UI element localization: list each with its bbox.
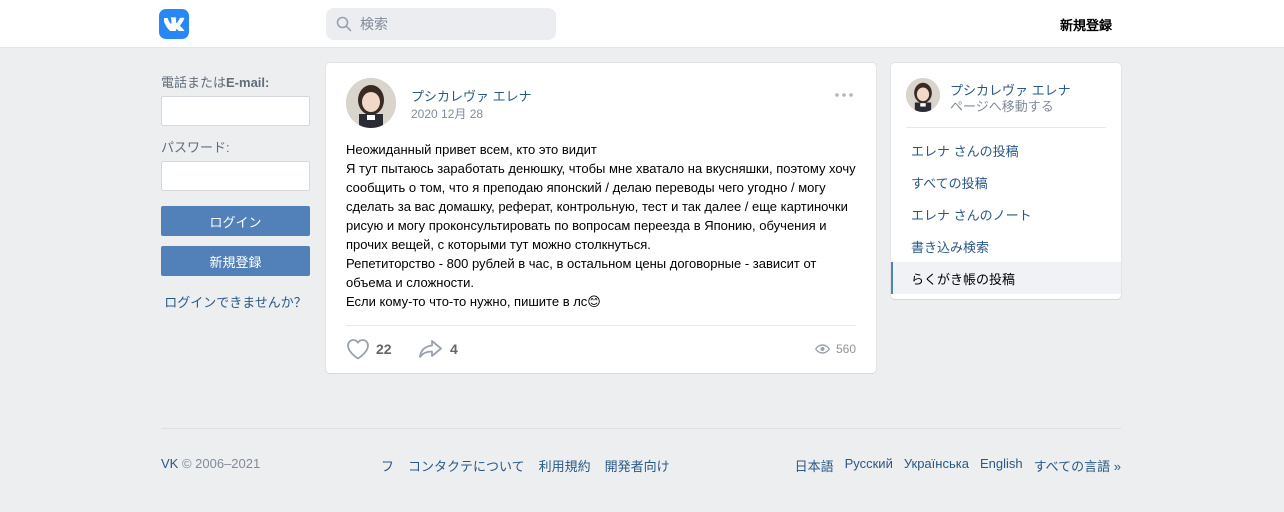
menu-item-elena-posts[interactable]: エレナ さんの投稿	[891, 134, 1121, 166]
language-japanese[interactable]: 日本語	[795, 456, 834, 475]
language-ukrainian[interactable]: Українська	[904, 456, 969, 475]
share-count: 4	[450, 341, 458, 357]
vk-logo[interactable]	[159, 9, 189, 39]
footer-link-terms[interactable]: 利用規約	[539, 456, 591, 475]
heart-icon	[347, 339, 369, 360]
signup-button[interactable]: 新規登録	[161, 246, 310, 276]
menu-divider	[906, 127, 1106, 128]
password-label: パスワード:	[161, 140, 230, 155]
post-line: Неожиданный привет всем, кто это видит	[346, 142, 597, 157]
login-panel: 電話またはE-mail: パスワード: ログイン 新規登録 ログインできませんか…	[161, 72, 310, 311]
avatar-image	[906, 78, 940, 112]
menu-item-graffiti-posts[interactable]: らくがき帳の投稿	[891, 262, 1121, 294]
post-date[interactable]: 2020 12月 28	[411, 105, 483, 122]
language-all[interactable]: すべての言語 »	[1034, 456, 1121, 475]
author-avatar[interactable]	[346, 78, 396, 128]
header-signup-link[interactable]: 新規登録	[1060, 15, 1112, 34]
vk-logo-icon	[164, 17, 185, 31]
search-box[interactable]	[326, 8, 556, 40]
wall-filter-menu: エレナ さんの投稿 すべての投稿 エレナ さんのノート 書き込み検索 らくがき帳…	[891, 134, 1121, 294]
footer: VK © 2006–2021 フ コンタクテについて 利用規約 開発者向け 日本…	[161, 456, 1121, 474]
language-english[interactable]: English	[980, 456, 1023, 475]
search-input[interactable]	[360, 16, 540, 32]
post-author[interactable]: プシカレヴァ エレナ	[411, 86, 532, 105]
language-russian[interactable]: Русский	[845, 456, 893, 475]
post-line: Если кому-то что-то нужно, пишите в лс😊	[346, 294, 601, 309]
menu-item-all-posts[interactable]: すべての投稿	[891, 166, 1121, 198]
footer-link-developers[interactable]: 開発者向け	[605, 456, 670, 475]
avatar-image	[346, 78, 396, 128]
footer-languages: 日本語 Русский Українська English すべての言語 »	[795, 456, 1121, 475]
views-count: 560	[835, 342, 856, 356]
post-divider	[346, 325, 856, 326]
menu-item-notes[interactable]: エレナ さんのノート	[891, 198, 1121, 230]
footer-copyright: VK © 2006–2021	[161, 456, 260, 471]
share-button[interactable]: 4	[418, 337, 458, 361]
views-counter: 560	[814, 342, 856, 356]
goto-page-link[interactable]: ページへ移動する	[950, 96, 1054, 115]
wall-post: プシカレヴァ エレナ 2020 12月 28 Неожиданный приве…	[326, 63, 876, 373]
email-field-wrapper	[161, 96, 310, 126]
like-count: 22	[376, 341, 392, 357]
menu-item-search-posts[interactable]: 書き込み検索	[891, 230, 1121, 262]
footer-vk-link[interactable]: VK	[161, 456, 178, 471]
profile-mini-avatar[interactable]	[906, 78, 940, 112]
footer-links: フ コンタクテについて 利用規約 開発者向け	[381, 456, 670, 475]
footer-link[interactable]: フ	[381, 456, 394, 475]
login-button[interactable]: ログイン	[161, 206, 310, 236]
more-options-icon[interactable]	[834, 87, 854, 103]
eye-icon	[814, 344, 830, 354]
footer-divider	[161, 428, 1121, 429]
forgot-login-link[interactable]: ログインできませんか？	[161, 292, 310, 311]
phone-email-label: 電話またはE-mail:	[161, 75, 270, 90]
footer-link-about[interactable]: コンタクテについて	[408, 456, 525, 475]
search-icon	[336, 16, 352, 32]
password-field[interactable]	[162, 162, 309, 190]
post-text: Неожиданный привет всем, кто это видит Я…	[346, 140, 856, 311]
post-line: Репетиторство - 800 рублей в час, в оста…	[346, 256, 817, 290]
password-field-wrapper	[161, 161, 310, 191]
post-line: Я тут пытаюсь заработать денюшку, чтобы …	[346, 161, 856, 252]
profile-menu: プシカレヴァ エレナ ページへ移動する エレナ さんの投稿 すべての投稿 エレナ…	[891, 63, 1121, 299]
copyright-text: © 2006–2021	[181, 456, 261, 471]
top-header: 新規登録	[0, 0, 1284, 48]
share-icon	[419, 340, 442, 358]
email-field[interactable]	[162, 97, 309, 125]
like-button[interactable]: 22	[346, 337, 392, 361]
